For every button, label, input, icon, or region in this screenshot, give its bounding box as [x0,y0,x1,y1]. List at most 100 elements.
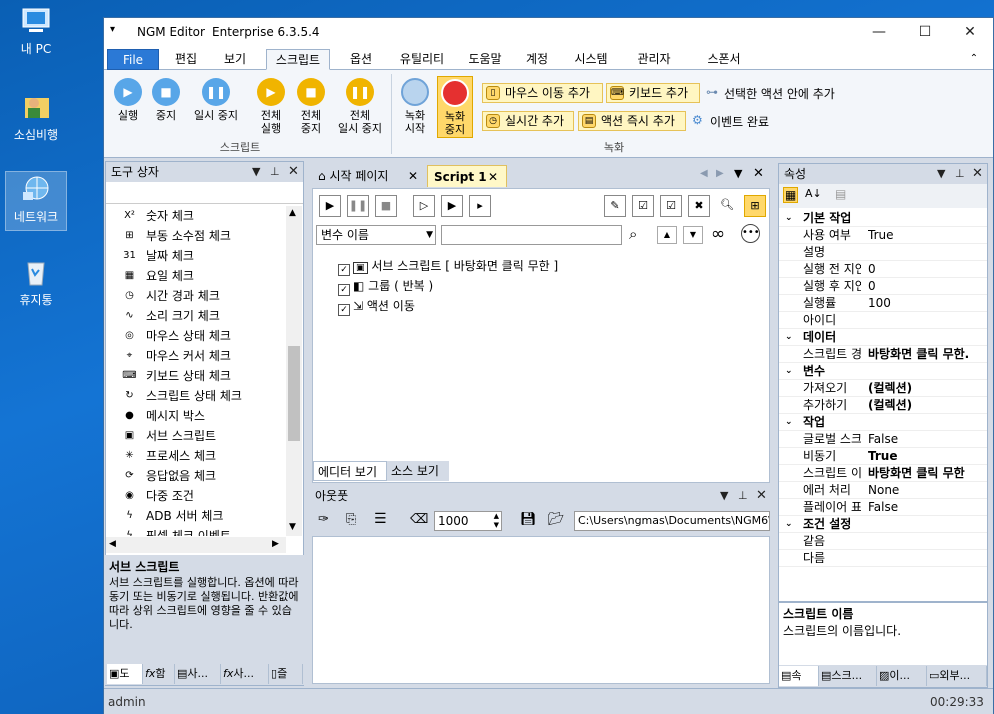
tab-favorites[interactable]: ▯즐 [269,664,303,684]
property-row[interactable]: 아이디 [779,312,987,329]
check-all-icon[interactable]: ☑ [632,195,654,217]
collapse-icon[interactable]: ⌄ [785,363,793,380]
panel-close-icon[interactable]: ✕ [756,486,767,506]
toolbox-item[interactable]: ▦ 요일 체크 [125,266,194,286]
tab-start-page[interactable]: ⌂ 시작 페이지 ✕ [312,165,424,187]
toolbox-item[interactable]: ⌨ 키보드 상태 체크 [122,366,231,386]
toolbox-item[interactable]: X² 숫자 체크 [124,206,194,226]
add-keyboard-button[interactable]: ⌨ 키보드 추가 [606,83,700,103]
tab-properties[interactable]: ▤속 [779,666,819,686]
collapse-icon[interactable]: ⌄ [785,210,793,227]
play-button[interactable]: ▶ [319,195,341,217]
event-done-button[interactable]: ⚙ 이벤트 완료 [690,113,769,131]
eraser-icon[interactable]: ⌫ [410,512,428,527]
desktop-icon-pc[interactable]: 내 PC [5,4,67,64]
add-mouse-move-button[interactable]: ▯ 마우스 이동 추가 [482,83,603,103]
tab-list-icon[interactable]: ▼ [734,167,742,180]
clean-icon[interactable]: ✑ [318,512,329,527]
tab-user-2[interactable]: fx사... [221,664,269,684]
menu-account[interactable]: 계정 [518,49,556,70]
move-up-button[interactable]: ▲ [657,226,677,244]
pause-button[interactable]: ❚❚ [347,195,369,217]
stop-all-button[interactable]: ■ 전체 중지 [294,78,328,135]
toolbox-item[interactable]: ↻ 스크립트 상태 체크 [125,386,242,406]
delete-icon[interactable]: ✖ [688,195,710,217]
loop-icon[interactable]: ∞ [711,224,725,244]
property-row[interactable]: 설명 [779,244,987,261]
pause-button[interactable]: ❚❚ 일시 중지 [188,78,244,122]
desktop-icon-recycle[interactable]: 휴지통 [5,255,67,315]
tab-script-list[interactable]: ▤스크... [819,666,877,686]
menu-admin[interactable]: 관리자 [624,49,684,70]
tab-image[interactable]: ▨이... [877,666,927,686]
tree-node-sub-script[interactable]: ✓ ▣ 서브 스크립트 [ 바탕화면 클릭 무한 ] [338,256,558,276]
property-row[interactable]: 플레이어 표시 False [779,499,987,516]
property-row[interactable]: 비동기 True [779,448,987,465]
toolbox-item[interactable]: ⌖ 마우스 커서 체크 [127,346,231,366]
variable-select[interactable]: 변수 이름 ▼ [316,225,436,245]
toolbox-item[interactable]: 31 날짜 체크 [123,246,194,266]
more-icon[interactable]: ••• [741,224,760,243]
tab-user-1[interactable]: ▤사... [175,664,221,684]
property-row[interactable]: 다름 [779,550,987,567]
property-value[interactable]: 0 [868,261,986,278]
stepper-icon[interactable]: ▲ ▼ [494,512,499,530]
run-all-button[interactable]: ▶ 전체 실행 [254,78,288,135]
system-menu-icon[interactable]: ▾ [110,24,115,35]
property-row[interactable]: 실행률 100 [779,295,987,312]
property-row[interactable]: 실행 전 지연 0 [779,261,987,278]
property-value[interactable]: True [868,448,986,465]
checkbox-checked[interactable]: ✓ [338,284,350,296]
categorized-icon[interactable]: ▦ [783,187,799,203]
search-icon[interactable]: 🔍︎ [716,195,738,217]
menu-file[interactable]: File [107,49,159,70]
property-category[interactable]: ⌄ 작업 [779,414,987,431]
ribbon-collapse-icon[interactable]: ⌃ [964,49,984,70]
save-icon[interactable]: 💾︎ [520,512,537,527]
property-row[interactable]: 실행 후 지연 0 [779,278,987,295]
folder-open-icon[interactable]: 📂︎ [548,512,565,527]
scroll-up-icon[interactable]: ▲ [289,208,296,218]
tree-node-action-move[interactable]: ✓ ⇲ 액션 이동 [338,296,415,316]
property-pages-icon[interactable]: ▤ [835,187,846,201]
property-row[interactable]: 스크립트 경로 바탕화면 클릭 무한. [779,346,987,363]
toolbox-item[interactable]: ⟳ 응답없음 체크 [125,466,216,486]
property-row[interactable]: 글로벌 스크립트 False [779,431,987,448]
pause-all-button[interactable]: ❚❚ 전체 일시 중지 [332,78,388,135]
tab-external[interactable]: ▭외부... [927,666,987,686]
property-row[interactable]: 가져오기 (컬렉션) [779,380,987,397]
close-button[interactable]: ✕ [947,18,993,46]
menu-utility[interactable]: 유틸리티 [392,49,452,70]
property-row[interactable]: 추가하기 (컬렉션) [779,397,987,414]
property-value[interactable]: True [868,227,986,244]
stop-button[interactable]: ■ [375,195,397,217]
toolbox-item[interactable]: ϟ 픽셀 체크 이벤트 [126,526,231,536]
property-row[interactable]: 사용 여부 True [779,227,987,244]
pin-icon[interactable]: ⊥ [955,164,965,184]
source-view-tab[interactable]: 소스 보기 [387,461,449,481]
step-run-button[interactable]: ▷ [413,195,435,217]
doc-close-icon[interactable]: ✕ [753,166,764,181]
toolbox-scrollbar[interactable]: ▲ ▼ [286,206,302,536]
panel-close-icon[interactable]: ✕ [972,164,983,184]
stop-button[interactable]: ■ 중지 [150,78,182,122]
collapse-icon[interactable]: ⌄ [785,516,793,533]
property-value[interactable]: 바탕화면 클릭 무한 [868,465,986,482]
toolbox-item[interactable]: ∿ 소리 크기 체크 [125,306,220,326]
add-action-instant-button[interactable]: ▤ 액션 즉시 추가 [578,111,686,131]
property-value[interactable]: 바탕화면 클릭 무한. [868,346,986,363]
search-input[interactable] [441,225,622,245]
toolbox-hscrollbar[interactable]: ◀ ▶ [106,537,286,553]
property-row[interactable]: 스크립트 이름 바탕화면 클릭 무한 [779,465,987,482]
property-row[interactable]: 같음 [779,533,987,550]
property-value[interactable]: False [868,431,986,448]
checkbox-checked[interactable]: ✓ [338,264,350,276]
property-value[interactable]: (컬렉션) [868,380,986,397]
tab-toolbox[interactable]: ▣도 [107,664,143,684]
scroll-down-icon[interactable]: ▼ [289,522,296,532]
desktop-icon-network[interactable]: 네트워크 [5,171,67,231]
menu-view[interactable]: 보기 [215,49,255,70]
line-count-input[interactable]: 1000 ▲ ▼ [434,511,502,531]
tab-script-1[interactable]: Script 1 ✕ [427,165,507,187]
file-search-icon[interactable]: ⎘ [346,512,356,527]
